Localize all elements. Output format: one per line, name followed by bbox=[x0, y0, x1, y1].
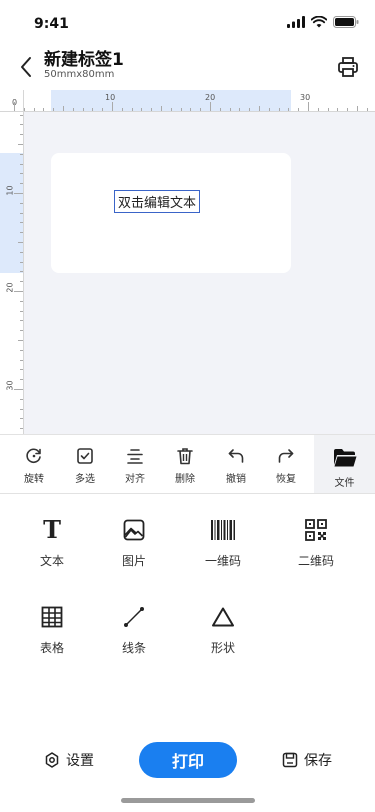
status-icons bbox=[287, 16, 359, 28]
ruler-top-label: 20 bbox=[205, 93, 216, 102]
save-icon bbox=[282, 752, 298, 768]
ruler-tick bbox=[14, 389, 23, 390]
wifi-icon bbox=[311, 16, 327, 28]
barcode-icon bbox=[211, 520, 235, 540]
redo-label: 恢复 bbox=[276, 474, 296, 485]
image-icon bbox=[123, 519, 145, 541]
back-button[interactable] bbox=[14, 52, 38, 82]
settings-label: 设置 bbox=[66, 753, 94, 769]
text-element[interactable]: 双击编辑文本 bbox=[114, 190, 201, 213]
save-label: 保存 bbox=[304, 753, 332, 769]
palette-label: 线条 bbox=[121, 641, 146, 655]
align-icon bbox=[127, 449, 143, 464]
palette-label: 二维码 bbox=[297, 554, 334, 568]
ruler-tick bbox=[112, 102, 113, 111]
undo-button[interactable]: 撤销 bbox=[211, 435, 261, 493]
ruler-top-label: 10 bbox=[105, 93, 116, 102]
ruler-tick bbox=[210, 102, 211, 111]
home-indicator bbox=[121, 798, 255, 803]
save-button[interactable]: 保存 bbox=[282, 750, 332, 770]
text-icon: T bbox=[43, 515, 61, 544]
palette-label: 表格 bbox=[39, 641, 64, 655]
multiselect-label: 多选 bbox=[75, 474, 95, 485]
palette-label: 图片 bbox=[121, 554, 146, 568]
redo-icon bbox=[278, 449, 294, 463]
add-shape-button[interactable]: 形状 bbox=[187, 603, 259, 659]
file-label: 文件 bbox=[334, 478, 355, 489]
undo-icon bbox=[228, 449, 244, 463]
printer-button[interactable] bbox=[335, 54, 361, 80]
bottom-bar: 设置 打印 保存 bbox=[0, 738, 375, 784]
rotate-icon bbox=[26, 448, 41, 464]
ruler-tick bbox=[308, 102, 309, 111]
ruler-left: 10 20 30 bbox=[0, 112, 24, 434]
add-barcode-button[interactable]: 一维码 bbox=[187, 516, 259, 572]
rotate-button[interactable]: 旋转 bbox=[9, 435, 59, 493]
palette-label: 文本 bbox=[39, 554, 64, 568]
align-button[interactable]: 对齐 bbox=[110, 435, 160, 493]
add-qrcode-button[interactable]: 二维码 bbox=[280, 516, 352, 572]
settings-button[interactable]: 设置 bbox=[44, 750, 94, 770]
delete-label: 删除 bbox=[175, 474, 195, 485]
print-button[interactable]: 打印 bbox=[139, 742, 237, 778]
file-button[interactable]: 文件 bbox=[314, 435, 375, 493]
checkbox-icon bbox=[77, 448, 93, 464]
label-paper[interactable]: 双击编辑文本 bbox=[51, 153, 291, 273]
status-bar: 9:41 bbox=[0, 0, 375, 44]
undo-label: 撤销 bbox=[226, 474, 246, 485]
printer-icon bbox=[338, 57, 358, 77]
qrcode-icon bbox=[305, 519, 327, 541]
ruler-tick bbox=[14, 291, 23, 292]
ruler-left-label: 10 bbox=[5, 185, 15, 196]
rotate-label: 旋转 bbox=[24, 474, 44, 485]
add-image-button[interactable]: 图片 bbox=[98, 516, 170, 572]
trash-icon bbox=[177, 448, 193, 465]
label-size: 50mmx80mm bbox=[44, 69, 115, 80]
signal-icon bbox=[287, 16, 305, 28]
palette-label: 一维码 bbox=[204, 554, 241, 568]
delete-button[interactable]: 删除 bbox=[160, 435, 210, 493]
add-table-button[interactable]: 表格 bbox=[16, 603, 88, 659]
chevron-left-icon bbox=[21, 57, 31, 77]
page-title: 新建标签1 bbox=[44, 50, 124, 70]
line-icon bbox=[124, 607, 144, 627]
align-label: 对齐 bbox=[125, 474, 145, 485]
folder-icon bbox=[333, 449, 356, 467]
ruler-top-label: 30 bbox=[300, 93, 311, 102]
add-line-button[interactable]: 线条 bbox=[98, 603, 170, 659]
palette-label: 形状 bbox=[210, 641, 235, 655]
design-canvas[interactable]: 双击编辑文本 bbox=[24, 112, 375, 434]
status-time: 9:41 bbox=[34, 16, 69, 32]
redo-button[interactable]: 恢复 bbox=[261, 435, 311, 493]
ruler-top: 0 10 20 30 bbox=[0, 90, 375, 112]
triangle-icon bbox=[212, 607, 234, 627]
battery-icon bbox=[333, 16, 359, 28]
add-text-button[interactable]: T 文本 bbox=[16, 516, 88, 572]
ruler-tick bbox=[14, 193, 23, 194]
header: 新建标签1 50mmx80mm bbox=[0, 44, 375, 90]
gear-icon bbox=[45, 752, 59, 768]
multiselect-button[interactable]: 多选 bbox=[60, 435, 110, 493]
edit-toolbar: 旋转 多选 对齐 删除 撤销 恢复 文件 bbox=[0, 434, 375, 494]
ruler-tick bbox=[14, 102, 15, 111]
table-icon bbox=[41, 606, 63, 628]
